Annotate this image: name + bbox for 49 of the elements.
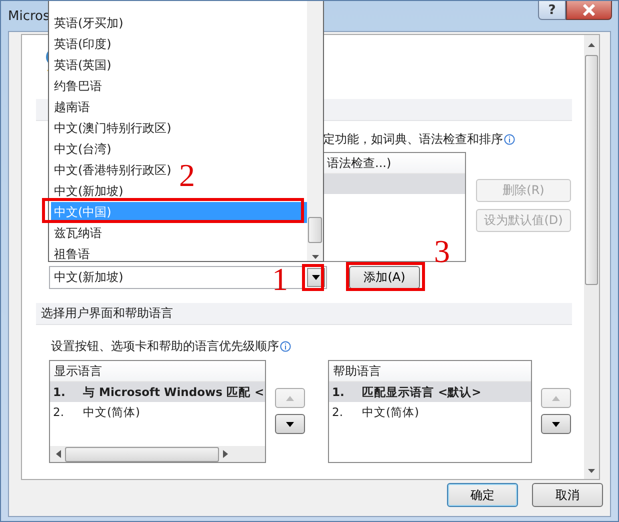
scroll-thumb[interactable] — [65, 446, 219, 462]
down-arrow-icon — [552, 422, 560, 426]
add-button[interactable]: 添加(A) — [349, 266, 420, 289]
step-number: 2 — [179, 159, 195, 191]
dropdown-item[interactable]: 祖鲁语 — [51, 244, 93, 265]
dropdown-item[interactable]: 中文(香港特别行政区) — [51, 160, 174, 181]
list-row[interactable]: 2. 中文(简体) — [329, 402, 531, 422]
dropdown-item[interactable]: 英语(英国) — [51, 55, 114, 76]
scroll-right-icon[interactable] — [223, 450, 228, 458]
scroll-thumb[interactable] — [585, 55, 598, 285]
list-row[interactable]: 2. 中文(简体) — [50, 402, 265, 422]
up-arrow-icon — [286, 396, 294, 400]
step-number: 1 — [272, 263, 288, 295]
description-text: 定功能，如词典、语法检查和排序 — [323, 131, 503, 148]
down-arrow-icon — [286, 422, 294, 426]
ok-button[interactable]: 确定 — [447, 483, 518, 507]
dropdown-item[interactable]: 英语(印度) — [51, 34, 114, 55]
dropdown-item[interactable]: 中文(台湾) — [51, 139, 114, 160]
section-title: 选择用户界面和帮助语言 — [41, 305, 173, 322]
list-row[interactable]: 1. 与 Microsoft Windows 匹配 < — [50, 382, 265, 402]
scroll-thumb[interactable] — [308, 217, 322, 243]
highlight-frame — [302, 264, 324, 291]
scroll-up-icon[interactable] — [588, 43, 595, 47]
vertical-scrollbar[interactable] — [584, 35, 599, 479]
close-icon — [582, 4, 596, 16]
scroll-down-icon[interactable] — [588, 469, 595, 473]
dropdown-item[interactable]: 英语(牙买加) — [51, 13, 126, 34]
vertical-scrollbar[interactable] — [307, 1, 323, 261]
info-icon — [504, 134, 515, 145]
dropdown-item[interactable]: 兹瓦纳语 — [51, 223, 105, 244]
caret-icon — [312, 275, 320, 280]
close-button[interactable] — [566, 1, 612, 20]
info-icon — [280, 341, 291, 352]
description-text: 设置按钮、选项卡和帮助的语言优先级顺序 — [51, 338, 279, 355]
dropdown-item[interactable]: 约鲁巴语 — [51, 76, 105, 97]
window-title: Micros — [8, 9, 50, 24]
dropdown-item[interactable]: 中文(澳门特别行政区) — [51, 118, 174, 139]
step-number: 3 — [434, 235, 450, 267]
scroll-down-icon[interactable] — [312, 255, 318, 259]
list-row[interactable]: 1. 匹配显示语言 <默认> — [329, 382, 531, 402]
cancel-button[interactable]: 取消 — [532, 483, 603, 507]
horizontal-scrollbar[interactable] — [50, 446, 265, 462]
move-down-button[interactable] — [275, 414, 305, 434]
scroll-left-icon[interactable] — [56, 450, 61, 458]
dropdown-item[interactable]: 中文(新加坡) — [51, 181, 126, 202]
move-down-button[interactable] — [541, 414, 571, 434]
dropdown-item[interactable]: 越南语 — [51, 97, 93, 118]
help-button[interactable]: ? — [538, 1, 566, 20]
up-arrow-icon — [552, 396, 560, 400]
